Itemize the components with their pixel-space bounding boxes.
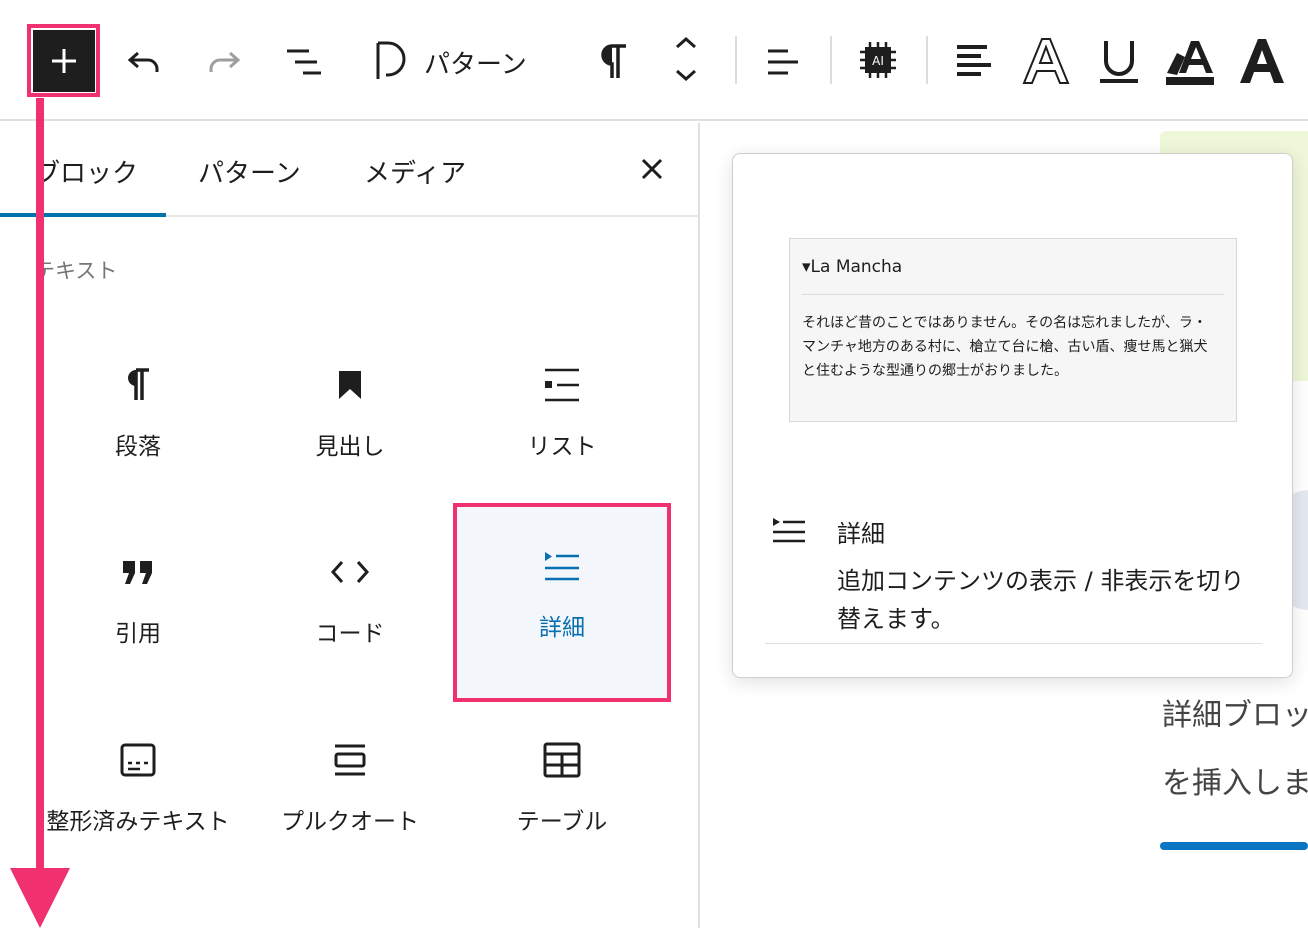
outline-text-button[interactable] <box>1018 34 1074 88</box>
bookmark-icon <box>336 361 364 409</box>
block-label: 段落 <box>115 434 161 460</box>
outline-a-icon <box>1022 38 1070 84</box>
editor-text-line[interactable]: 詳細ブロック <box>1162 690 1308 734</box>
toolbar-separator <box>926 36 928 84</box>
block-item-quote[interactable]: 引用 <box>32 512 244 704</box>
block-label: 整形済みテキスト <box>46 809 230 835</box>
text-align-button[interactable] <box>952 40 996 82</box>
preview-title: 詳細 <box>837 520 885 548</box>
block-item-code[interactable]: コード <box>244 512 456 704</box>
undo-button[interactable] <box>124 42 164 82</box>
svg-text:AI: AI <box>872 54 884 68</box>
toolbar-separator <box>830 36 832 84</box>
paragraph-icon <box>123 361 153 409</box>
patterns-label[interactable]: パターン <box>424 44 527 81</box>
close-inserter-button[interactable] <box>636 153 668 185</box>
block-preview-popover: ▾La Mancha それほど昔のことではありません。その名は忘れましたが、ラ・… <box>732 153 1293 678</box>
category-heading: テキスト <box>34 259 118 283</box>
align-left-icon <box>768 49 798 75</box>
redo-icon <box>209 51 241 72</box>
chevron-up-down-icon <box>676 36 696 82</box>
close-icon <box>641 158 663 180</box>
toolbar-separator <box>735 36 737 84</box>
details-icon <box>771 516 807 548</box>
block-item-list[interactable]: リスト <box>456 325 668 517</box>
editor-toolbar: パターン AI <box>0 0 1308 121</box>
block-label: プルクオート <box>281 809 419 835</box>
block-item-paragraph[interactable]: 段落 <box>32 325 244 517</box>
move-block-button[interactable] <box>666 34 706 86</box>
document-overview-button[interactable] <box>282 42 326 82</box>
highlight-color-button[interactable] <box>1162 34 1218 88</box>
block-label: 引用 <box>115 621 161 647</box>
highlight-frame <box>27 24 100 97</box>
block-label: 見出し <box>315 434 385 460</box>
preview-divider <box>802 294 1224 295</box>
highlight-frame <box>453 503 671 702</box>
block-item-table[interactable]: テーブル <box>456 700 668 892</box>
block-label: コード <box>315 621 385 647</box>
editor-blue-bar <box>1160 842 1308 850</box>
bold-a-icon <box>1240 39 1284 83</box>
list-icon <box>543 361 581 409</box>
pattern-logo-icon <box>376 41 406 79</box>
preview-description: 追加コンテンツの表示 / 非表示を切り替えます。 <box>837 567 1245 633</box>
bold-text-button[interactable] <box>1236 36 1288 86</box>
popover-divider <box>765 643 1262 644</box>
ai-button[interactable]: AI <box>856 38 900 82</box>
block-label: リスト <box>527 434 597 460</box>
patterns-button[interactable] <box>370 38 414 84</box>
details-preview: ▾La Mancha それほど昔のことではありません。その名は忘れましたが、ラ・… <box>789 238 1237 422</box>
pilcrow-icon <box>601 44 626 78</box>
underline-button[interactable] <box>1094 36 1144 86</box>
block-item-pullquote[interactable]: プルクオート <box>244 700 456 892</box>
tab-blocks[interactable]: ブロック <box>34 153 138 190</box>
block-item-heading[interactable]: 見出し <box>244 325 456 517</box>
undo-icon <box>127 51 159 72</box>
inserter-tabs: ブロック パターン メディア <box>0 123 700 217</box>
underline-icon <box>1100 41 1138 83</box>
quote-icon <box>120 548 156 596</box>
marker-icon <box>1166 41 1214 85</box>
block-label: テーブル <box>516 809 608 835</box>
preview-summary: ▾La Mancha <box>802 257 903 277</box>
tab-media[interactable]: メディア <box>364 153 466 190</box>
block-item-preformatted[interactable]: 整形済みテキスト <box>32 700 244 892</box>
editor-text-line[interactable]: を挿入しま <box>1162 758 1308 802</box>
list-view-icon <box>287 49 321 75</box>
table-icon <box>543 736 581 784</box>
preview-body: それほど昔のことではありません。その名は忘れましたが、ラ・マンチャ地方のある村に… <box>802 315 1208 379</box>
preformatted-icon <box>120 736 156 784</box>
active-tab-indicator <box>0 213 166 217</box>
align-button[interactable] <box>760 42 804 82</box>
ai-chip-icon: AI <box>860 42 896 78</box>
text-align-left-icon <box>957 45 991 76</box>
paragraph-transform-button[interactable] <box>594 40 632 82</box>
code-icon <box>330 548 370 596</box>
pullquote-icon <box>332 736 368 784</box>
tab-patterns[interactable]: パターン <box>198 153 301 190</box>
redo-button[interactable] <box>204 42 244 82</box>
